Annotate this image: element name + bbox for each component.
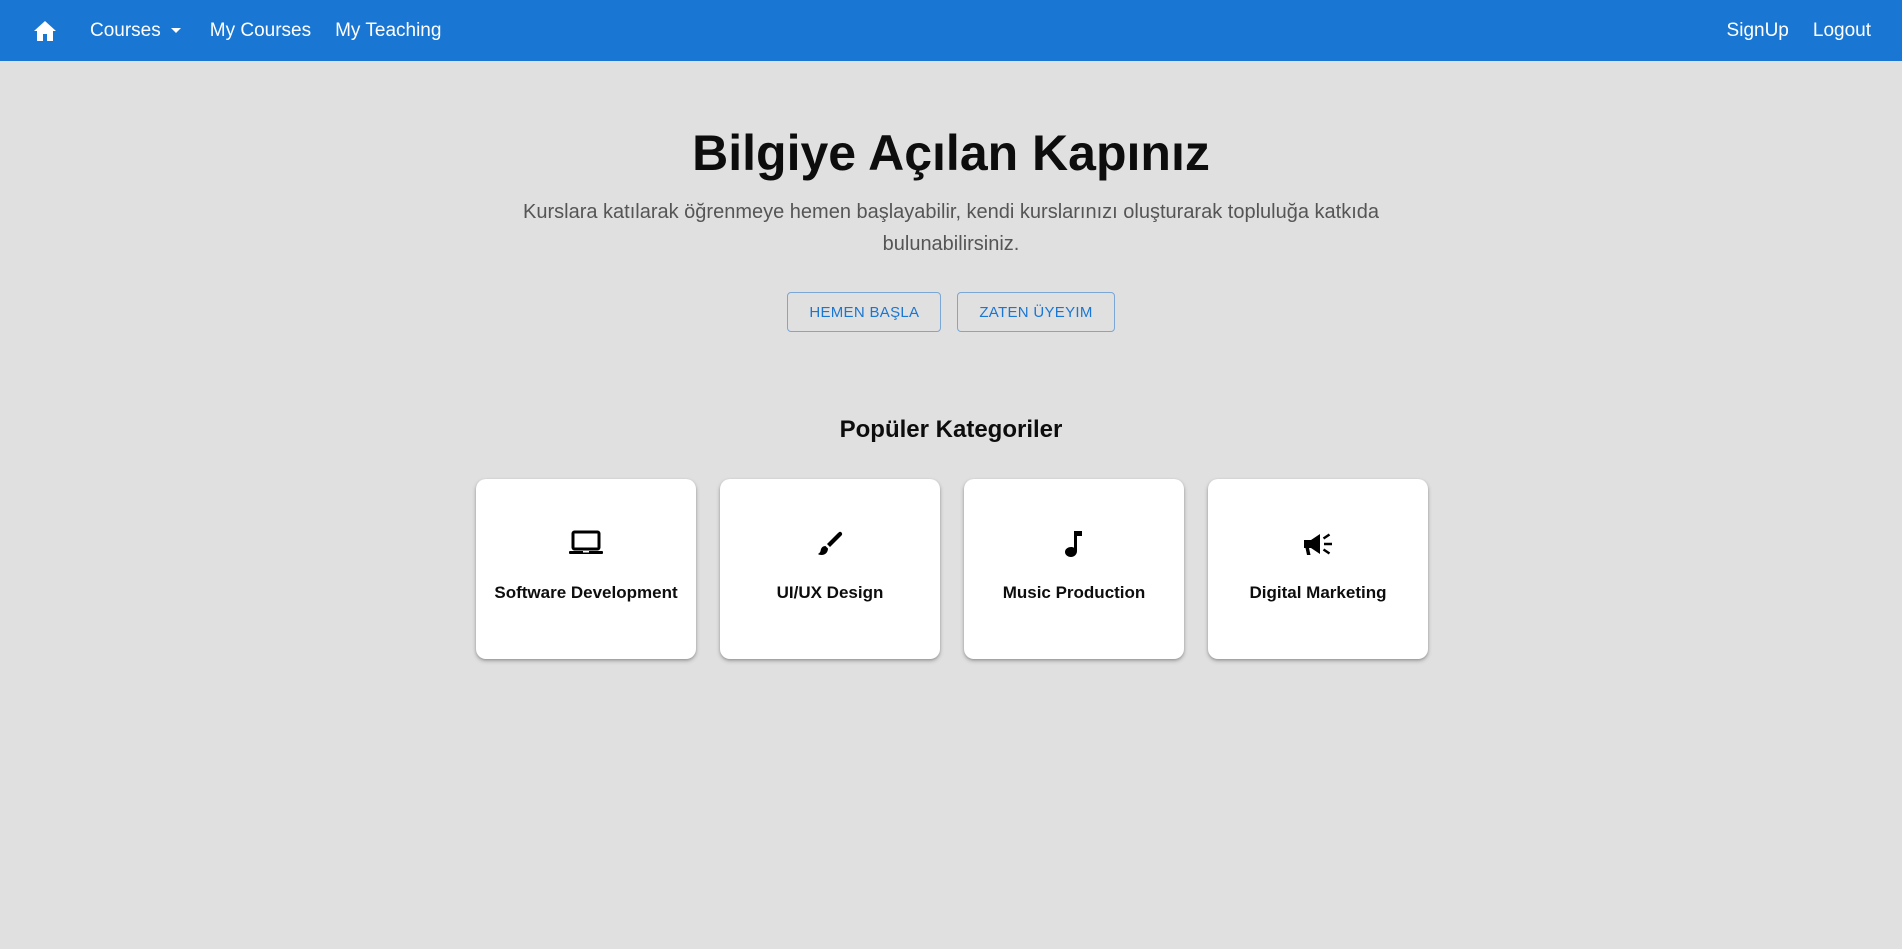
category-card-ui-ux-design[interactable]: UI/UX Design xyxy=(720,479,940,659)
hero-subtitle: Kurslara katılarak öğrenmeye hemen başla… xyxy=(523,201,1379,255)
category-card-music-production[interactable]: Music Production xyxy=(964,479,1184,659)
category-label: Software Development xyxy=(494,583,678,602)
my-courses-link[interactable]: My Courses xyxy=(210,20,311,42)
music-note-icon xyxy=(1065,531,1082,557)
category-label: UI/UX Design xyxy=(776,583,884,602)
categories-grid: Software Development UI/UX Design Music … xyxy=(476,479,1428,659)
megaphone-icon xyxy=(1304,533,1332,555)
categories-title: Popüler Kategoriler xyxy=(839,416,1063,443)
courses-menu-label: Courses xyxy=(90,19,161,41)
already-member-button[interactable]: ZATEN ÜYEYIM xyxy=(957,292,1115,332)
category-card-digital-marketing[interactable]: Digital Marketing xyxy=(1208,479,1428,659)
courses-menu[interactable]: Courses xyxy=(90,20,181,42)
category-card-software-development[interactable]: Software Development xyxy=(476,479,696,659)
brush-icon xyxy=(818,531,843,555)
top-navbar: Courses My Courses My Teaching SignUp Lo… xyxy=(0,0,1902,61)
my-teaching-link[interactable]: My Teaching xyxy=(335,20,441,42)
logout-link[interactable]: Logout xyxy=(1813,20,1871,42)
category-label: Music Production xyxy=(1002,583,1146,602)
laptop-icon xyxy=(569,530,603,554)
home-button[interactable] xyxy=(32,18,58,44)
start-now-button[interactable]: HEMEN BAŞLA xyxy=(787,292,942,332)
hero-buttons: HEMEN BAŞLA ZATEN ÜYEYIM xyxy=(0,292,1902,332)
hero-title: Bilgiye Açılan Kapınız xyxy=(692,125,1210,181)
caret-down-icon xyxy=(170,28,181,33)
home-icon xyxy=(34,20,56,41)
nav-right-group: SignUp Logout xyxy=(1727,20,1871,42)
signup-link[interactable]: SignUp xyxy=(1727,20,1789,42)
nav-left-group: Courses My Courses My Teaching xyxy=(0,0,441,61)
category-label: Digital Marketing xyxy=(1249,583,1387,602)
